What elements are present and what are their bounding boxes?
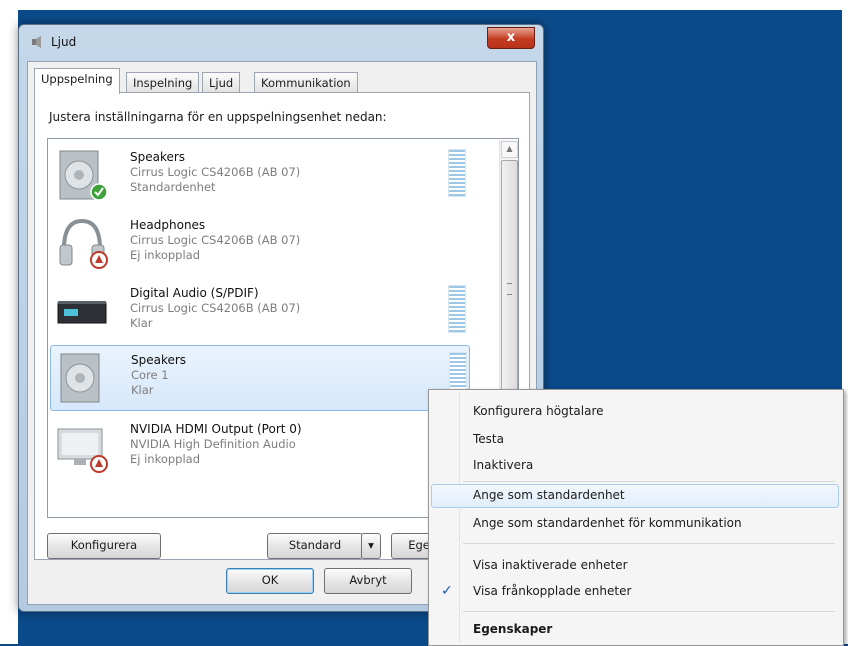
tab-sounds[interactable]: Ljud (202, 72, 241, 93)
device-name: Speakers (131, 353, 187, 367)
grip-icon (507, 283, 512, 295)
menu-item-set-default-communication[interactable]: Ange som standardenhet för kommunikation (431, 512, 839, 536)
device-item[interactable]: Headphones Cirrus Logic CS4206B (AB 07) … (50, 211, 468, 275)
level-meter (448, 149, 466, 197)
tab-recording[interactable]: Inspelning (126, 72, 200, 93)
menu-label: Konfigurera högtalare (473, 404, 604, 418)
device-status: Klar (131, 383, 154, 397)
speaker-small-icon (32, 36, 41, 48)
menu-label: Ange som standardenhet för kommunikation (473, 516, 742, 530)
set-default-button[interactable]: Standard (267, 533, 363, 559)
menu-label: Testa (473, 432, 504, 446)
menu-item-disable[interactable]: Inaktivera (431, 454, 839, 478)
instruction-text: Justera inställningarna för en uppspelni… (49, 110, 387, 124)
device-driver: Cirrus Logic CS4206B (AB 07) (130, 301, 301, 315)
device-driver: NVIDIA High Definition Audio (130, 437, 296, 451)
menu-item-test[interactable]: Testa (431, 428, 839, 452)
desktop-edge-left (0, 0, 18, 644)
device-driver: Cirrus Logic CS4206B (AB 07) (130, 233, 301, 247)
tab-communications[interactable]: Kommunikation (254, 72, 358, 93)
menu-label: Visa inaktiverade enheter (473, 558, 628, 572)
speaker-icon (59, 150, 108, 201)
digital-audio-icon (57, 301, 107, 324)
monitor-icon (57, 428, 108, 473)
device-status: Ej inkopplad (130, 248, 201, 262)
ok-button[interactable]: OK (226, 568, 314, 594)
menu-separator (463, 611, 835, 612)
device-name: Speakers (130, 150, 186, 164)
speaker-icon (60, 353, 100, 403)
device-item[interactable]: NVIDIA HDMI Output (Port 0) NVIDIA High … (50, 415, 468, 479)
device-name: Headphones (130, 218, 206, 232)
menu-label: Ange som standardenhet (473, 488, 625, 502)
device-driver: Core 1 (131, 368, 169, 382)
configure-button[interactable]: Konfigurera (47, 533, 161, 559)
desktop-edge-top (0, 0, 848, 10)
device-status: Standardenhet (130, 180, 216, 194)
checkmark-icon: ✓ (441, 583, 453, 599)
device-item-selected[interactable]: Speakers Core 1 Klar (50, 345, 470, 411)
set-default-dropdown[interactable]: ▾ (361, 533, 381, 559)
menu-separator (463, 481, 835, 482)
device-status: Klar (130, 316, 153, 330)
menu-label: Visa frånkopplade enheter (473, 584, 632, 598)
scroll-thumb[interactable] (501, 160, 518, 416)
window-title: Ljud (51, 35, 77, 49)
device-status: Ej inkopplad (130, 452, 201, 466)
close-button[interactable]: x (487, 27, 535, 49)
context-menu: Konfigurera högtalare Testa Inaktivera A… (428, 389, 844, 646)
level-meter (448, 285, 466, 333)
device-item[interactable]: Speakers Cirrus Logic CS4206B (AB 07) St… (50, 143, 468, 207)
menu-label: Inaktivera (473, 458, 534, 472)
cancel-button[interactable]: Avbryt (324, 568, 412, 594)
device-name: NVIDIA HDMI Output (Port 0) (130, 422, 302, 436)
device-driver: Cirrus Logic CS4206B (AB 07) (130, 165, 301, 179)
menu-label: Egenskaper (473, 622, 553, 636)
menu-item-show-disabled[interactable]: Visa inaktiverade enheter (431, 554, 839, 578)
menu-item-set-default[interactable]: Ange som standardenhet (431, 484, 839, 508)
headphones-icon (59, 218, 108, 269)
menu-item-configure-speakers[interactable]: Konfigurera högtalare (431, 400, 839, 424)
device-item[interactable]: Digital Audio (S/PDIF) Cirrus Logic CS42… (50, 279, 468, 343)
device-name: Digital Audio (S/PDIF) (130, 286, 259, 300)
title-bar[interactable]: Ljud x (19, 25, 543, 57)
tab-playback[interactable]: Uppspelning (34, 68, 120, 94)
menu-separator (463, 543, 835, 544)
menu-item-show-disconnected[interactable]: ✓ Visa frånkopplade enheter (431, 580, 839, 604)
scroll-up-arrow-icon[interactable]: ▲ (501, 141, 518, 158)
menu-item-properties[interactable]: Egenskaper (431, 618, 839, 642)
